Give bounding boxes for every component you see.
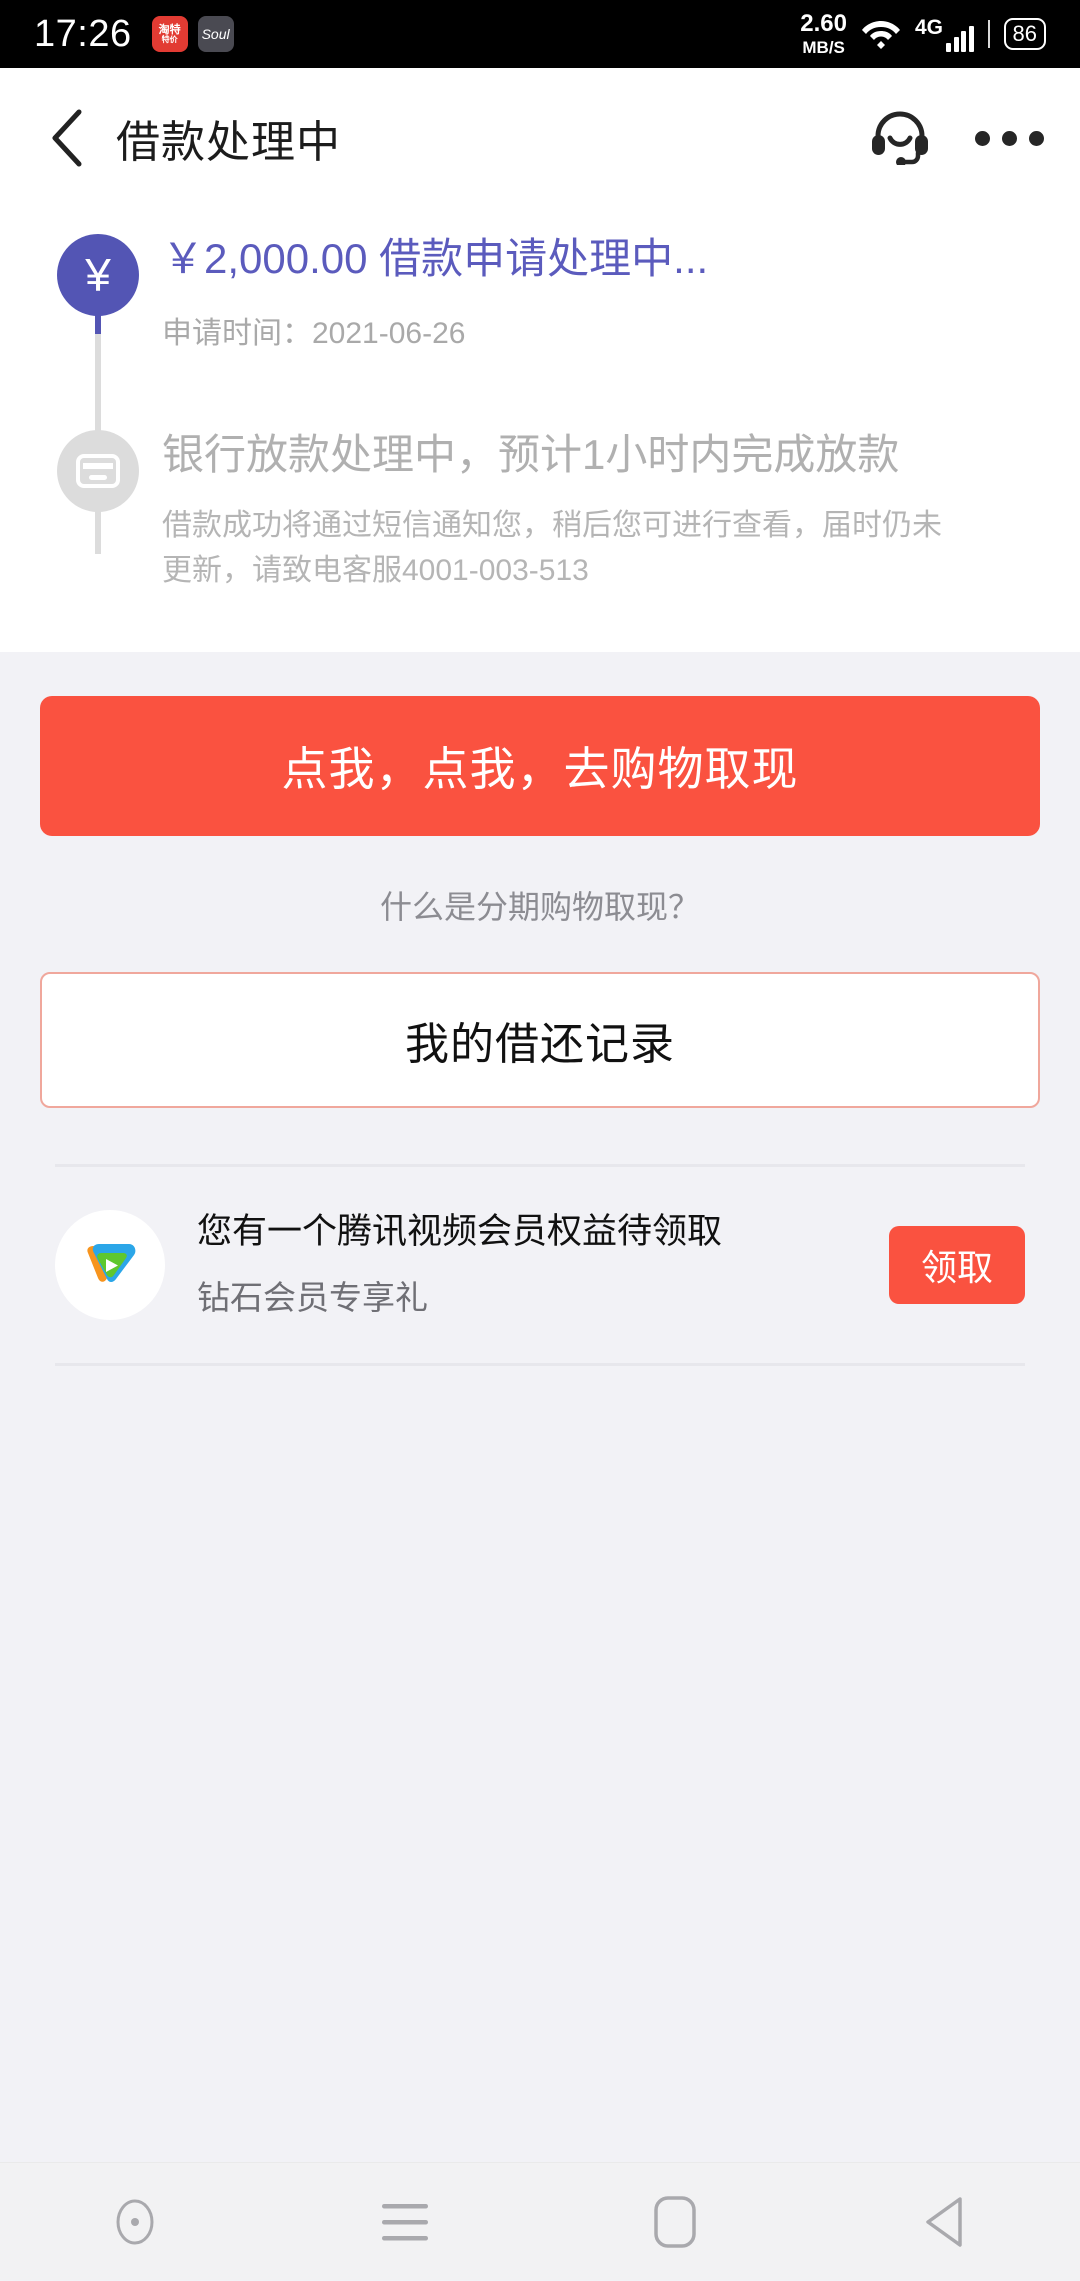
home-icon[interactable] <box>615 2163 735 2281</box>
actions-section: 点我，点我，去购物取现 什么是分期购物取现？ 我的借还记录 您有一个腾讯视频会员… <box>0 651 1080 1366</box>
yen-icon: ¥ <box>57 234 139 316</box>
signal-bars-icon <box>946 25 974 52</box>
app-icon-red: 淘特 特价 <box>151 16 188 52</box>
status-bar-app-icons: 淘特 特价 Soul <box>151 16 234 52</box>
status-bar-indicators: 2.60 MB/S 4G 86 <box>800 12 1046 56</box>
back-chevron-icon[interactable] <box>36 108 96 168</box>
system-navigation-bar <box>0 2162 1080 2280</box>
system-back-icon[interactable] <box>885 2163 1005 2281</box>
section-divider-bottom <box>55 1362 1025 1366</box>
my-loan-records-button[interactable]: 我的借还记录 <box>40 971 1040 1108</box>
tencent-video-logo <box>55 1209 165 1320</box>
more-dots-icon[interactable] <box>975 130 1044 146</box>
page-title: 借款处理中 <box>116 118 341 167</box>
status-bar: 17:26 淘特 特价 Soul 2.60 MB/S 4G 86 <box>0 0 1080 68</box>
timeline-gutter <box>40 334 156 594</box>
step-title: ￥2,000.00 借款申请处理中... <box>162 235 709 282</box>
navigation-bar: 借款处理中 <box>0 68 1080 208</box>
battery-indicator: 86 <box>1003 17 1046 51</box>
status-bar-clock: 17:26 <box>34 12 132 55</box>
promo-subtitle: 钻石会员专享礼 <box>197 1278 428 1316</box>
loan-status-card: ¥ ￥2,000.00 借款申请处理中... 申请时间：2021-06-26 银… <box>0 208 1080 652</box>
promo-text: 您有一个腾讯视频会员权益待领取 钻石会员专享礼 <box>197 1211 889 1319</box>
shopping-cashout-button[interactable]: 点我，点我，去购物取现 <box>40 695 1040 836</box>
what-is-installment-cashout-link[interactable]: 什么是分期购物取现？ <box>380 889 700 925</box>
status-divider <box>987 20 990 48</box>
step-title: 银行放款处理中，预计1小时内完成放款 <box>162 431 900 479</box>
timeline-step-body: 银行放款处理中，预计1小时内完成放款 借款成功将通过短信通知您，稍后您可进行查看… <box>156 430 1040 594</box>
status-timeline: ¥ ￥2,000.00 借款申请处理中... 申请时间：2021-06-26 银… <box>0 208 1080 594</box>
help-link-row: 什么是分期购物取现？ <box>0 882 1080 928</box>
app-icon-soul: Soul <box>197 16 234 52</box>
claim-button[interactable]: 领取 <box>889 1225 1025 1304</box>
promo-row[interactable]: 您有一个腾讯视频会员权益待领取 钻石会员专享礼 领取 <box>0 1167 1080 1335</box>
assistant-circle-icon[interactable] <box>75 2163 195 2281</box>
step-description: 借款成功将通过短信通知您，稍后您可进行查看，届时仍未更新，请致电客服4001-0… <box>162 508 942 588</box>
step-subtitle: 申请时间：2021-06-26 <box>162 317 466 351</box>
navbar-actions <box>869 107 1044 170</box>
wifi-icon <box>861 15 901 54</box>
timeline-step-body: ￥2,000.00 借款申请处理中... 申请时间：2021-06-26 <box>156 234 1040 352</box>
network-speed: 2.60 MB/S <box>800 10 847 57</box>
timeline-step-application: ¥ ￥2,000.00 借款申请处理中... 申请时间：2021-06-26 <box>40 208 1040 359</box>
timeline-step-disbursement: 银行放款处理中，预计1小时内完成放款 借款成功将通过短信通知您，稍后您可进行查看… <box>40 334 1040 594</box>
headset-icon[interactable] <box>869 107 931 170</box>
bank-card-icon <box>57 430 139 513</box>
cellular-indicator: 4G <box>915 17 974 52</box>
recents-menu-icon[interactable] <box>345 2163 465 2281</box>
promo-title: 您有一个腾讯视频会员权益待领取 <box>197 1211 723 1251</box>
